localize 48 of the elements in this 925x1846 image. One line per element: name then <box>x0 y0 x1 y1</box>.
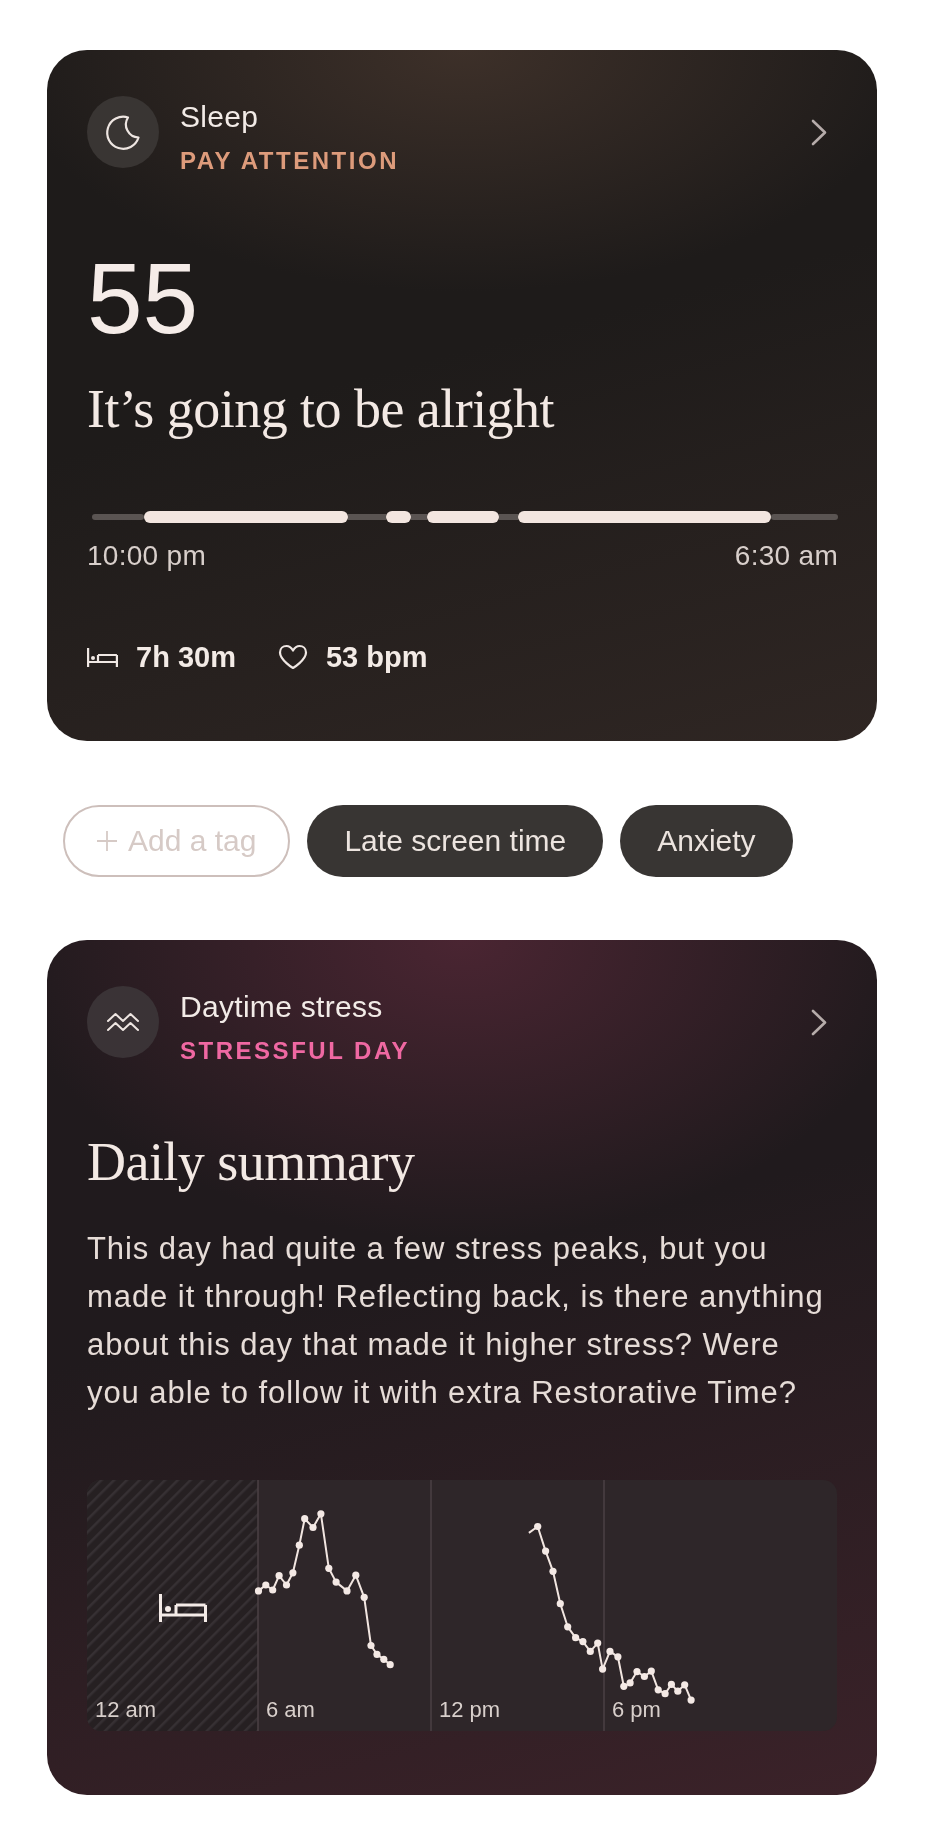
data-point <box>599 1665 607 1673</box>
plus-icon <box>97 831 117 851</box>
time-label: 12 am <box>95 1697 157 1723</box>
chevron-right-icon[interactable] <box>811 1009 827 1036</box>
data-point <box>332 1578 340 1586</box>
data-point <box>564 1623 572 1631</box>
sleep-segment <box>427 511 499 523</box>
timeline-gap <box>92 514 144 520</box>
time-label: 6 pm <box>612 1697 661 1723</box>
summary-heading: Daily summary <box>87 1132 415 1192</box>
time-label: 6 am <box>266 1697 315 1723</box>
sleep-score: 55 <box>87 248 199 348</box>
timeline-gap <box>411 514 427 520</box>
card-title: Sleep <box>180 99 259 135</box>
data-point <box>534 1522 542 1531</box>
headline-text: It’s going to be alright <box>87 379 554 439</box>
heart-rate: 53 bpm <box>325 640 428 674</box>
waves-icon <box>87 986 159 1058</box>
bed-icon <box>159 1594 207 1622</box>
tag-chip[interactable]: Anxiety <box>620 805 793 877</box>
moon-icon <box>87 96 159 168</box>
heart-icon <box>277 644 308 670</box>
time-label: 10:00 pm <box>87 540 206 572</box>
bed-icon <box>87 647 118 667</box>
timeline-gap <box>348 514 386 520</box>
timeline-gap <box>499 514 518 520</box>
status-label: PAY ATTENTION <box>180 147 399 175</box>
tag-chip[interactable]: Late screen time <box>307 805 604 877</box>
sleep-segment <box>386 511 411 523</box>
data-point <box>295 1541 303 1549</box>
data-point <box>289 1569 297 1577</box>
time-label: 12 pm <box>439 1697 501 1723</box>
data-point <box>360 1593 368 1601</box>
status-label: STRESSFUL DAY <box>180 1037 411 1065</box>
time-label: 6:30 am <box>734 540 838 572</box>
data-point <box>343 1587 351 1595</box>
timeline-gap <box>771 514 838 520</box>
chevron-right-icon[interactable] <box>811 119 827 146</box>
data-point <box>325 1564 333 1572</box>
data-point <box>317 1510 325 1518</box>
data-point <box>556 1600 564 1608</box>
sleep-duration: 7h 30m <box>136 640 236 674</box>
summary-paragraph: This day had quite a few stress peaks, but you made it through! Reflecting back, is there anything about this day that made it higher stress? Were you able to follow it with extra Restorative Time? <box>87 1230 825 1412</box>
data-point <box>542 1547 550 1555</box>
data-point <box>352 1571 360 1579</box>
card-title: Daytime stress <box>180 989 383 1025</box>
data-point <box>687 1696 695 1704</box>
data-point <box>549 1567 557 1575</box>
